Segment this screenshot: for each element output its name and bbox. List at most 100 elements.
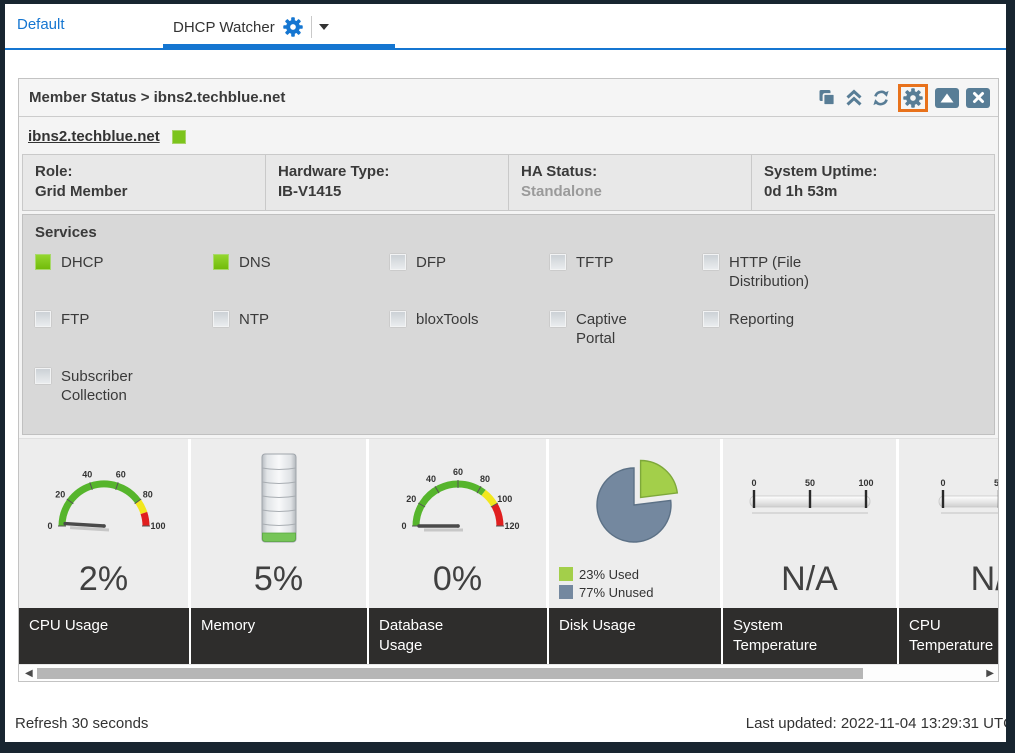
svg-text:20: 20 <box>55 489 65 499</box>
status-footer: Refresh 30 seconds Last updated: 2022-11… <box>15 715 1006 732</box>
meter-label-system-temperature: System Temperature <box>723 608 899 665</box>
member-status-widget: Member Status > ibns2.techblue.net ibns2… <box>18 78 999 682</box>
cpu-temperature-chart: 050100 <box>899 439 999 558</box>
service-item: TFTP <box>550 253 703 310</box>
service-item: HTTP (File Distribution) <box>703 253 982 310</box>
widget-body: ibns2.techblue.net Role: Grid Member Hard… <box>19 117 998 438</box>
meter-label-memory: Memory <box>191 608 369 665</box>
tab-bar-underline <box>5 48 1006 50</box>
tab-divider <box>311 16 312 38</box>
meter-label-cpu-temperature: CPU Temperature <box>899 608 999 665</box>
tab-label: DHCP Watcher <box>173 19 275 36</box>
info-label: Hardware Type: <box>278 162 496 182</box>
duplicate-icon[interactable] <box>817 88 837 108</box>
refresh-icon[interactable] <box>871 88 891 108</box>
svg-text:60: 60 <box>452 467 462 477</box>
info-value: Grid Member <box>35 182 253 202</box>
service-status-indicator <box>35 368 51 384</box>
info-label: HA Status: <box>521 162 739 182</box>
svg-text:40: 40 <box>425 474 435 484</box>
system-temperature-chart: 0 50 100 <box>723 439 896 558</box>
service-status-indicator <box>390 254 406 270</box>
service-name: bloxTools <box>416 310 479 330</box>
service-status-indicator <box>703 254 719 270</box>
collapse-all-icon[interactable] <box>844 88 864 108</box>
svg-text:40: 40 <box>82 470 92 480</box>
service-status-indicator <box>390 311 406 327</box>
svg-text:60: 60 <box>115 470 125 480</box>
meter-cpu-temperature: 050100N/A <box>899 439 999 608</box>
service-status-indicator <box>213 311 229 327</box>
svg-text:120: 120 <box>504 521 519 531</box>
service-status-indicator <box>35 254 51 270</box>
widget-toolbar <box>817 84 990 112</box>
meter-label-disk-usage: Disk Usage <box>549 608 723 665</box>
service-status-indicator <box>35 311 51 327</box>
database-usage-value: 0% <box>369 558 546 608</box>
svg-text:100: 100 <box>858 478 873 488</box>
services-title: Services <box>35 224 982 241</box>
service-item: Subscriber Collection <box>35 367 213 424</box>
database-usage-chart: 020406080100120 <box>369 439 546 558</box>
service-name: HTTP (File Distribution) <box>729 253 821 292</box>
service-name: Captive Portal <box>576 310 668 349</box>
scroll-left-arrow-icon[interactable]: ◀ <box>25 667 33 680</box>
disk-usage-chart <box>549 439 720 564</box>
tab-dhcp-watcher[interactable]: DHCP Watcher <box>163 4 395 50</box>
scroll-right-arrow-icon[interactable]: ▶ <box>986 667 994 680</box>
service-item: NTP <box>213 310 390 367</box>
cpu-temperature-value: N/A <box>899 558 999 608</box>
minimize-button[interactable] <box>935 88 959 108</box>
info-label: Role: <box>35 162 253 182</box>
tab-settings-gear-icon[interactable] <box>283 17 303 37</box>
memory-value: 5% <box>191 558 366 608</box>
memory-chart <box>191 439 366 558</box>
svg-text:0: 0 <box>401 521 406 531</box>
service-item: bloxTools <box>390 310 550 367</box>
service-status-indicator <box>550 311 566 327</box>
settings-highlight-box <box>898 84 928 112</box>
horizontal-scrollbar[interactable]: ◀ ▶ <box>19 664 998 681</box>
service-status-indicator <box>703 311 719 327</box>
meter-database-usage: 0204060801001200% <box>369 439 549 608</box>
svg-text:20: 20 <box>406 494 416 504</box>
info-value: 0d 1h 53m <box>764 182 982 202</box>
service-status-indicator <box>550 254 566 270</box>
tab-default[interactable]: Default <box>17 16 65 33</box>
tab-dropdown-caret-icon[interactable] <box>319 24 329 30</box>
meter-memory: 5% <box>191 439 369 608</box>
legend-label: 77% Unused <box>579 585 653 600</box>
close-button[interactable] <box>966 88 990 108</box>
cpu-usage-chart: 020406080100 <box>19 439 188 558</box>
svg-text:50: 50 <box>994 478 999 488</box>
info-cell: Hardware Type: IB-V1415 <box>266 155 509 210</box>
svg-text:80: 80 <box>142 489 152 499</box>
service-name: TFTP <box>576 253 614 273</box>
svg-text:50: 50 <box>804 478 814 488</box>
widget-title: Member Status > ibns2.techblue.net <box>29 89 285 106</box>
scroll-thumb[interactable] <box>37 668 863 679</box>
legend-swatch <box>559 567 573 581</box>
service-item: Reporting <box>703 310 982 367</box>
svg-text:100: 100 <box>150 521 165 531</box>
service-item: DNS <box>213 253 390 310</box>
legend-swatch <box>559 585 573 599</box>
service-name: DHCP <box>61 253 104 273</box>
service-name: DNS <box>239 253 271 273</box>
window-frame: Default DHCP Watcher Member Status > ibn… <box>0 0 1015 753</box>
member-link[interactable]: ibns2.techblue.net <box>28 128 160 145</box>
info-value: IB-V1415 <box>278 182 496 202</box>
service-status-indicator <box>213 254 229 270</box>
service-name: Subscriber Collection <box>61 367 153 406</box>
legend-row: 23% Used <box>559 567 720 582</box>
settings-icon[interactable] <box>903 88 923 108</box>
disk-usage-legend: 23% Used 77% Unused <box>549 564 720 608</box>
refresh-interval-text: Refresh 30 seconds <box>15 715 148 732</box>
system-temperature-value: N/A <box>723 558 896 608</box>
meter-cpu-usage: 0204060801002% <box>19 439 191 608</box>
dashboard-page: Default DHCP Watcher Member Status > ibn… <box>5 4 1006 742</box>
meter-label-bar: CPU UsageMemoryDatabase UsageDisk UsageS… <box>19 608 998 665</box>
svg-text:0: 0 <box>751 478 756 488</box>
meter-label-database-usage: Database Usage <box>369 608 549 665</box>
service-item: DFP <box>390 253 550 310</box>
